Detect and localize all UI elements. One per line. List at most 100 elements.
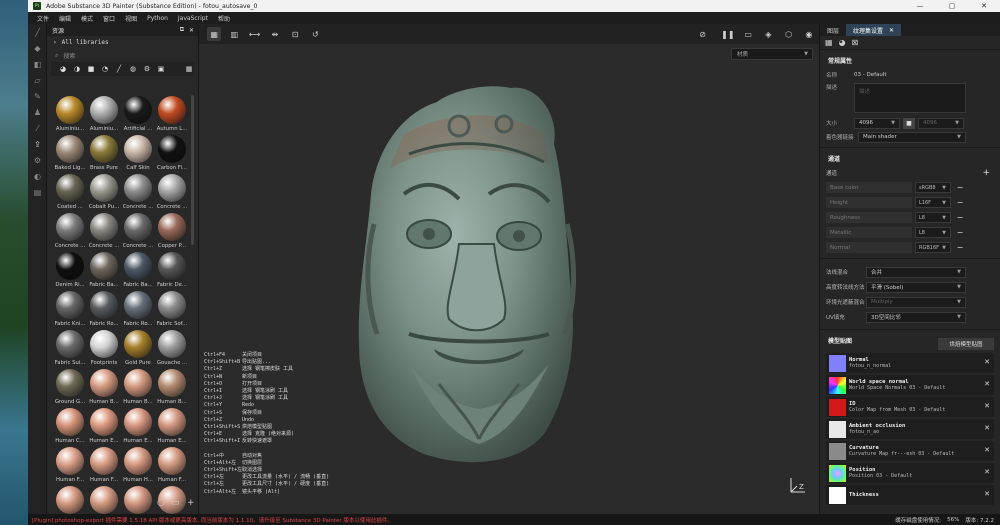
close-window-button[interactable]: ✕: [968, 0, 1000, 12]
material-tile[interactable]: Fabric De...: [155, 251, 189, 290]
symmetry-icon[interactable]: ⟷: [248, 27, 262, 41]
filter-materials-icon[interactable]: ◕: [58, 64, 68, 74]
material-tile[interactable]: Cobalt Pu...: [87, 173, 121, 212]
cube-icon[interactable]: ◈: [761, 27, 775, 41]
material-tile[interactable]: Denim Ri...: [53, 251, 87, 290]
polygon-fill-icon[interactable]: ▱: [28, 72, 47, 88]
camera-frame-icon[interactable]: ⊡: [288, 27, 302, 41]
layout-single-icon[interactable]: ▦: [207, 27, 222, 41]
material-tile[interactable]: Fabric Sof...: [155, 290, 189, 329]
material-tile[interactable]: Human F...: [53, 446, 87, 485]
material-tile[interactable]: Ground G...: [53, 368, 87, 407]
filter-brushes-icon[interactable]: ╱: [114, 64, 124, 74]
shader-select[interactable]: Main shader ▼: [858, 131, 966, 143]
material-tile[interactable]: Gold Pure: [121, 329, 155, 368]
projection-icon[interactable]: ◧: [28, 56, 47, 72]
material-tile[interactable]: Autumn L...: [155, 95, 189, 134]
material-tile[interactable]: Brass Pure: [87, 134, 121, 173]
maximize-button[interactable]: ▢: [936, 0, 968, 12]
material-tile[interactable]: Coated ...: [53, 173, 87, 212]
material-tile[interactable]: Concrete ...: [155, 173, 189, 212]
remove-channel-icon[interactable]: −: [955, 198, 965, 207]
material-tile[interactable]: Carbon Fi...: [155, 134, 189, 173]
remove-map-icon[interactable]: ✕: [984, 468, 990, 476]
pause-icon[interactable]: ❚❚: [721, 27, 735, 41]
material-tile[interactable]: Concrete ...: [121, 212, 155, 251]
material-tile[interactable]: Fabric Sui...: [53, 329, 87, 368]
material-tile[interactable]: Concrete ...: [87, 212, 121, 251]
channel-format-select[interactable]: L16F ▼: [915, 197, 951, 208]
folder-icon[interactable]: ▭: [171, 498, 180, 508]
filter-particles-icon[interactable]: ◍: [128, 64, 138, 74]
material-tile[interactable]: Human E...: [155, 407, 189, 446]
3d-viewport[interactable]: 材质 ▼ Ctrl+F4 关闭项目 Ctrl+Shift+B 导出贴图... C…: [199, 44, 819, 514]
mesh-map-item[interactable]: Curvature Curvature Map fr---esh 03 - Def…: [826, 441, 994, 461]
material-tile[interactable]: Copper P...: [155, 212, 189, 251]
material-tile[interactable]: Human F...: [87, 446, 121, 485]
channel-format-select[interactable]: sRGB8 ▼: [915, 182, 951, 193]
remove-channel-icon[interactable]: −: [955, 183, 965, 192]
menu-file[interactable]: 文件: [37, 14, 49, 23]
setting-select[interactable]: 3D空间比邻 ▼: [866, 311, 966, 323]
circle-icon[interactable]: ○: [157, 498, 165, 508]
channel-format-select[interactable]: RGB16F ▼: [915, 242, 951, 253]
material-tile[interactable]: Human F...: [155, 446, 189, 485]
menu-window[interactable]: 窗口: [103, 14, 115, 23]
remove-channel-icon[interactable]: −: [955, 213, 965, 222]
material-tile[interactable]: Concrete ...: [121, 173, 155, 212]
remove-map-icon[interactable]: ✕: [984, 424, 990, 432]
material-tile[interactable]: Fabric Ro...: [87, 290, 121, 329]
material-tile[interactable]: Footprints: [87, 329, 121, 368]
visibility-off-icon[interactable]: ⊘: [696, 27, 710, 41]
size-select-2[interactable]: 4096 ▼: [918, 117, 964, 129]
grid-view-icon[interactable]: ▦: [184, 64, 194, 74]
filter-environments-icon[interactable]: ▣: [156, 64, 166, 74]
menu-view[interactable]: 视图: [125, 14, 137, 23]
remove-map-icon[interactable]: ✕: [984, 380, 990, 388]
material-tile[interactable]: Fabric Ba...: [121, 251, 155, 290]
texture-set-icon[interactable]: ⚙: [28, 152, 47, 168]
float-panel-icon[interactable]: ⧉: [180, 26, 184, 34]
material-tile[interactable]: Calf Skin: [121, 134, 155, 173]
smudge-icon[interactable]: ✎: [28, 88, 47, 104]
assets-scrollbar[interactable]: [191, 95, 194, 245]
minimize-button[interactable]: —: [904, 0, 936, 12]
filter-procedurals-icon[interactable]: ◔: [100, 64, 110, 74]
material-tile[interactable]: Human H...: [121, 446, 155, 485]
menu-help[interactable]: 帮助: [218, 14, 230, 23]
setting-select[interactable]: 合并 ▼: [866, 266, 966, 278]
size-select[interactable]: 4096 ▼: [854, 117, 900, 129]
filter-tools-icon[interactable]: ⚙: [142, 64, 152, 74]
remove-map-icon[interactable]: ✕: [984, 402, 990, 410]
setting-select[interactable]: 平滑 (Sobel) ▼: [866, 281, 966, 293]
remove-channel-icon[interactable]: −: [955, 243, 965, 252]
screenshot-icon[interactable]: ◉: [802, 27, 816, 41]
add-asset-icon[interactable]: +: [187, 498, 195, 508]
material-tile[interactable]: Human E...: [121, 407, 155, 446]
material-tile[interactable]: Human B...: [87, 368, 121, 407]
menu-javascript[interactable]: JavaScript: [178, 15, 208, 22]
clone-icon[interactable]: ♟: [28, 104, 47, 120]
bake-mesh-maps-button[interactable]: 烘焙模型贴图: [938, 338, 994, 350]
add-channel-button[interactable]: +: [982, 168, 990, 178]
menu-edit[interactable]: 编辑: [59, 14, 71, 23]
shader-icon[interactable]: ▤: [28, 184, 47, 200]
mesh-map-item[interactable]: Thickness ✕: [826, 485, 994, 505]
history-icon[interactable]: ↺: [308, 27, 322, 41]
remove-map-icon[interactable]: ✕: [984, 446, 990, 454]
library-path[interactable]: › All libraries: [47, 36, 198, 49]
remove-map-icon[interactable]: ✕: [984, 358, 990, 366]
tab-layers[interactable]: 图层: [820, 24, 846, 36]
material-tile[interactable]: Aluminiu...: [87, 95, 121, 134]
material-tile[interactable]: Fabric Ba...: [87, 251, 121, 290]
filter-textures-icon[interactable]: ■: [86, 64, 96, 74]
material-tile[interactable]: Gouache ...: [155, 329, 189, 368]
remove-channel-icon[interactable]: −: [955, 228, 965, 237]
mesh-map-item[interactable]: Position Position 03 - Default ✕: [826, 463, 994, 483]
material-tile[interactable]: Human E...: [87, 407, 121, 446]
mesh-map-item[interactable]: Ambient occlusion fotou_n_ao ✕: [826, 419, 994, 439]
picker-icon[interactable]: ⁄: [28, 120, 47, 136]
uv-icon[interactable]: ⊠: [852, 38, 859, 47]
menu-python[interactable]: Python: [147, 15, 168, 22]
material-tile[interactable]: Baked Lig...: [53, 134, 87, 173]
